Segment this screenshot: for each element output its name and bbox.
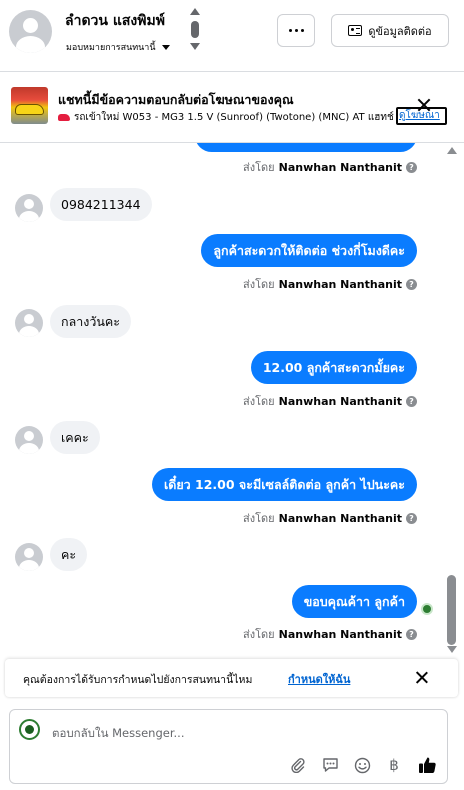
view-contact-label: ดูข้อมูลติดต่อ	[368, 24, 432, 38]
scroll-down-arrow-icon[interactable]	[447, 646, 457, 653]
page-avatar	[19, 719, 40, 740]
view-contact-button[interactable]: ดูข้อมูลติดต่อ	[331, 14, 449, 47]
assign-prompt-bar: คุณต้องการได้รับการกำหนดไปยังการสนทนานี้…	[5, 659, 458, 697]
message-list: ส่งโดย Nanwhan Nanthanit ? 0984211344 ลู…	[0, 143, 445, 658]
ad-thumbnail[interactable]	[11, 87, 48, 124]
outgoing-message-bubble[interactable]: 12.00 ลูกค้าสะดวกมั้ยคะ	[250, 351, 417, 384]
sent-by-label: ส่งโดย Nanwhan Nanthanit ?	[243, 509, 417, 527]
conversation-stepper[interactable]	[189, 8, 201, 54]
stepper-handle[interactable]	[191, 21, 199, 38]
saved-reply-icon[interactable]	[319, 754, 341, 776]
info-icon[interactable]: ?	[406, 628, 417, 640]
currency-icon[interactable]: ฿	[383, 754, 405, 776]
attach-icon[interactable]	[287, 754, 309, 776]
car-icon	[58, 114, 70, 121]
sent-by-label: ส่งโดย Nanwhan Nanthanit ?	[243, 392, 417, 410]
sent-by-label: ส่งโดย Nanwhan Nanthanit ?	[243, 625, 417, 643]
incoming-message-bubble[interactable]: คะ	[50, 538, 88, 571]
contact-name[interactable]: ลำดวน แสงพิมพ์	[65, 10, 165, 32]
sender-avatar[interactable]	[15, 309, 43, 337]
more-icon	[288, 29, 292, 32]
incoming-message-bubble[interactable]: 0984211344	[50, 188, 152, 221]
conversation-header: ลำดวน แสงพิมพ์ มอบหมายการสนทนานี้ ดูข้อม…	[0, 0, 464, 72]
contact-avatar[interactable]	[9, 10, 52, 53]
chevron-down-icon[interactable]	[190, 43, 200, 50]
assign-prompt-text: คุณต้องการได้รับการกำหนดไปยังการสนทนานี้…	[23, 674, 253, 686]
info-icon[interactable]: ?	[406, 278, 417, 290]
close-icon[interactable]	[416, 671, 429, 684]
sent-by-label: ส่งโดย Nanwhan Nanthanit ?	[243, 275, 417, 293]
sender-avatar[interactable]	[15, 543, 43, 571]
info-icon[interactable]: ?	[406, 512, 417, 524]
outgoing-message-bubble[interactable]	[195, 143, 417, 152]
outgoing-message-bubble[interactable]: ลูกค้าสะดวกให้ติดต่อ ช่วงกี่โมงดีคะ	[201, 234, 417, 267]
scroll-up-arrow-icon[interactable]	[447, 147, 457, 154]
outgoing-message-bubble[interactable]: ขอบคุณค้าา ลูกค้า	[291, 585, 417, 618]
seen-indicator-avatar	[421, 603, 433, 615]
ad-banner-title: แชทนี้มีข้อความตอบกลับต่อโฆษณาของคุณ	[58, 92, 294, 107]
close-icon[interactable]	[418, 99, 430, 111]
outgoing-message-bubble[interactable]: เดี๋ยว 12.00 จะมีเซลล์ติดต่อ ลูกค้า ไปนะ…	[151, 468, 417, 501]
message-scrollbar[interactable]	[445, 143, 459, 658]
assign-dropdown[interactable]: มอบหมายการสนทนานี้	[66, 40, 170, 54]
sender-avatar[interactable]	[15, 426, 43, 454]
assign-to-me-link[interactable]: กำหนดให้ฉัน	[288, 670, 350, 688]
incoming-message-bubble[interactable]: กลางวันคะ	[50, 305, 131, 338]
sent-by-label: ส่งโดย Nanwhan Nanthanit ?	[243, 158, 417, 176]
incoming-message-bubble[interactable]: เคคะ	[50, 421, 100, 454]
ad-reply-banner: แชทนี้มีข้อความตอบกลับต่อโฆษณาของคุณ รถเ…	[0, 73, 464, 143]
assign-label: มอบหมายการสนทนานี้	[66, 43, 156, 53]
info-icon[interactable]: ?	[406, 161, 417, 173]
like-icon[interactable]	[416, 754, 438, 776]
info-icon[interactable]: ?	[406, 395, 417, 407]
ad-subtitle-text: รถเข้าใหม่ W053 - MG3 1.5 V (Sunroof) (T…	[74, 112, 394, 123]
emoji-icon[interactable]	[351, 754, 373, 776]
contact-card-icon	[348, 25, 363, 36]
scrollbar-thumb[interactable]	[447, 575, 456, 645]
message-composer[interactable]: ตอบกลับใน Messenger... ฿	[9, 709, 448, 784]
chevron-up-icon[interactable]	[190, 8, 200, 15]
sender-avatar[interactable]	[15, 194, 43, 222]
caret-down-icon	[161, 44, 170, 50]
reply-input[interactable]: ตอบกลับใน Messenger...	[52, 725, 184, 743]
more-button[interactable]	[277, 14, 315, 47]
ad-banner-subtitle: รถเข้าใหม่ W053 - MG3 1.5 V (Sunroof) (T…	[58, 110, 394, 125]
